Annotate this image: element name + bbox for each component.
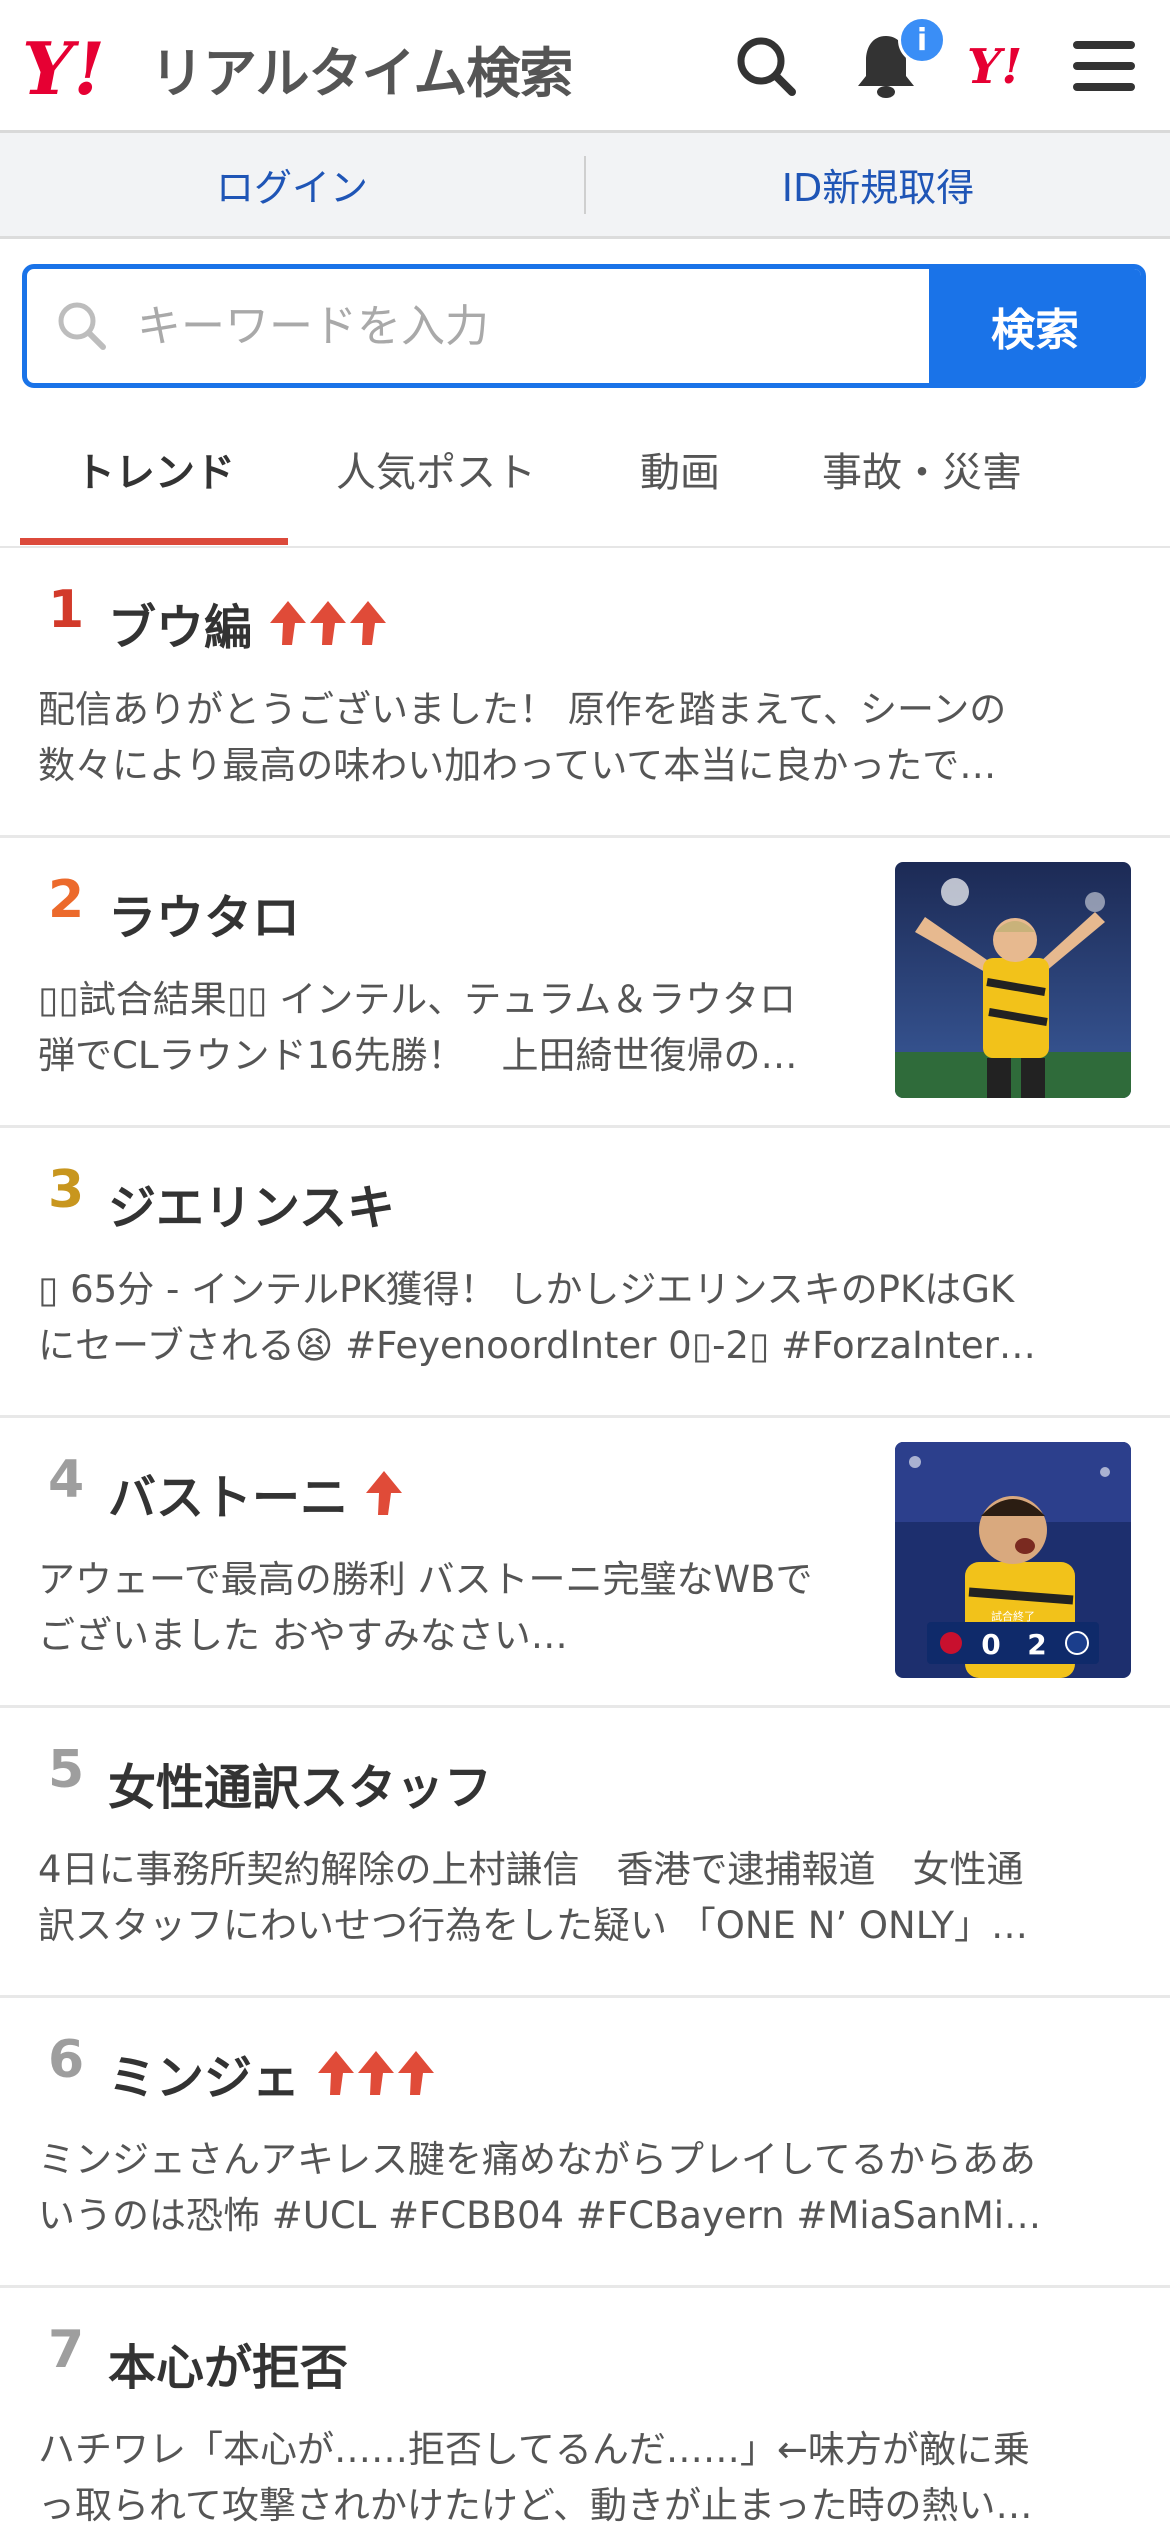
trend-term: ミンジェ xyxy=(108,2050,301,2106)
up-arrow-icon xyxy=(358,2051,395,2095)
tab-trend[interactable]: トレンド xyxy=(75,440,235,498)
trend-term: ブウ編 xyxy=(108,600,253,656)
tab-accidents-disasters[interactable]: 事故・災害 xyxy=(822,440,1022,498)
trend-description-line: ございました おやすみなさい… xyxy=(38,1614,568,1657)
trend-description-line: アウェーで最高の勝利 バストーニ完璧なWBで xyxy=(38,1558,813,1601)
up-arrow-icon xyxy=(398,2051,435,2095)
trend-term: ラウタロ xyxy=(108,890,301,946)
up-arrow-icon xyxy=(310,601,347,645)
trend-description-line: にセーブされる😫 #FeyenoordInter 0▯-2▯ #ForzaInt… xyxy=(38,1324,1036,1367)
trend-arrows xyxy=(266,599,387,647)
active-tab-indicator xyxy=(20,538,288,545)
trend-term-row: ブウ編 xyxy=(108,588,387,658)
svg-text:Y!: Y! xyxy=(967,41,1022,91)
score-away: 2 xyxy=(1027,1628,1046,1661)
trend-item-4[interactable]: 4 バストーニ アウェーで最高の勝利 バストーニ完璧なWBで ございました おや… xyxy=(0,1418,1170,1708)
trend-description-line: 配信ありがとうございました！ 原作を踏まえて、シーンの xyxy=(38,688,1007,731)
trend-description-line: ▯▯試合結果▯▯ インテル、テュラム＆ラウタロ xyxy=(38,978,797,1021)
trend-rank: 6 xyxy=(48,2030,85,2090)
trend-term-row: 本心が拒否 xyxy=(108,2328,348,2398)
tab-popular-posts[interactable]: 人気ポスト xyxy=(336,440,536,498)
trend-description-line: っ取られて攻撃されかけたけど、動きが止まった時の熱い… xyxy=(38,2484,1033,2527)
login-bar: ログイン ID新規取得 xyxy=(0,133,1170,239)
trend-term-row: ジエリンスキ xyxy=(108,1168,395,1238)
trend-term: バストーニ xyxy=(108,1470,349,1526)
score-caption: 試合終了 xyxy=(991,1609,1035,1623)
trend-item-6[interactable]: 6 ミンジェ ミンジェさんアキレス腱を痛めながらプレイしてるからああ いうのは恐… xyxy=(0,1998,1170,2288)
trend-rank: 5 xyxy=(48,1740,85,1800)
yahoo-realtime-logo[interactable]: Y! リアルタイム検索 xyxy=(22,28,573,108)
trend-description-line: ミンジェさんアキレス腱を痛めながらプレイしてるからああ xyxy=(38,2138,1036,2181)
search-field-icon xyxy=(58,302,106,350)
tab-videos[interactable]: 動画 xyxy=(640,440,720,498)
trend-arrows xyxy=(362,1469,403,1517)
search-input[interactable] xyxy=(137,300,897,352)
trend-description: ハチワレ「本心が……拒否してるんだ……」←味方が敵に乗 っ取られて攻撃されかけた… xyxy=(38,2422,1138,2532)
signup-link[interactable]: ID新規取得 xyxy=(586,157,1170,212)
search-field[interactable] xyxy=(27,269,929,383)
trend-thumbnail-player-shouting[interactable]: 試合終了 0 2 xyxy=(895,1442,1131,1678)
trend-description-line: 訳スタッフにわいせつ行為をした疑い 「ONE N’ ONLY」… xyxy=(38,1904,1029,1947)
score-home: 0 xyxy=(981,1628,1000,1661)
login-link[interactable]: ログイン xyxy=(0,157,584,212)
trend-description: アウェーで最高の勝利 バストーニ完璧なWBで ございました おやすみなさい… xyxy=(38,1552,860,1664)
trend-description-line: 弾でCLラウンド16先勝！ 上田綺世復帰の… xyxy=(38,1034,798,1077)
trend-item-3[interactable]: 3 ジエリンスキ ▯ 65分 - インテルPK獲得！ しかしジエリンスキのPKは… xyxy=(0,1128,1170,1418)
trend-term: ジエリンスキ xyxy=(108,1180,396,1236)
trend-description: ミンジェさんアキレス腱を痛めながらプレイしてるからああ いうのは恐怖 #UCL … xyxy=(38,2132,1138,2244)
trend-item-5[interactable]: 5 女性通訳スタッフ 4日に事務所契約解除の上村謙信 香港で逮捕報道 女性通 訳… xyxy=(0,1708,1170,1998)
search-button[interactable]: 検索 xyxy=(929,269,1141,383)
trend-description: ▯ 65分 - インテルPK獲得！ しかしジエリンスキのPKはGK にセーブされ… xyxy=(38,1262,1138,1374)
logo-text: リアルタイム検索 xyxy=(150,41,573,105)
trend-description-line: ハチワレ「本心が……拒否してるんだ……」←味方が敵に乗 xyxy=(38,2428,1030,2471)
up-arrow-icon xyxy=(270,601,307,645)
up-arrow-icon xyxy=(318,2051,355,2095)
trend-term-row: 女性通訳スタッフ xyxy=(108,1748,492,1818)
trend-arrows xyxy=(314,2049,435,2097)
notification-badge: i xyxy=(898,16,946,64)
trend-item-1[interactable]: 1 ブウ編 配信ありがとうございました！ 原作を踏まえて、シーンの 数々により最… xyxy=(0,548,1170,838)
trend-description: ▯▯試合結果▯▯ インテル、テュラム＆ラウタロ 弾でCLラウンド16先勝！ 上田… xyxy=(38,972,860,1084)
trend-rank: 1 xyxy=(48,580,85,640)
trend-list: 1 ブウ編 配信ありがとうございました！ 原作を踏まえて、シーンの 数々により最… xyxy=(0,548,1170,2532)
trend-rank: 4 xyxy=(48,1450,85,1510)
search-box: 検索 xyxy=(22,264,1146,388)
trend-thumbnail-player-celebrating[interactable] xyxy=(895,862,1131,1098)
trend-item-7[interactable]: 7 本心が拒否 ハチワレ「本心が……拒否してるんだ……」←味方が敵に乗 っ取られ… xyxy=(0,2288,1170,2532)
trend-description-line: いうのは恐怖 #UCL #FCBB04 #FCBayern #MiaSanMi… xyxy=(38,2194,1042,2237)
trend-term-row: ミンジェ xyxy=(108,2038,435,2108)
up-arrow-icon xyxy=(350,601,387,645)
trend-description-line: 数々により最高の味わい加わっていて本当に良かったで… xyxy=(38,744,997,787)
trend-term-row: バストーニ xyxy=(108,1458,403,1528)
trend-description-line: ▯ 65分 - インテルPK獲得！ しかしジエリンスキのPKはGK xyxy=(38,1268,1015,1311)
trend-rank: 7 xyxy=(48,2320,85,2380)
svg-text:Y!: Y! xyxy=(22,32,105,104)
trend-description: 4日に事務所契約解除の上村謙信 香港で逮捕報道 女性通 訳スタッフにわいせつ行為… xyxy=(38,1842,1138,1954)
menu-icon[interactable] xyxy=(1068,30,1140,102)
yahoo-logo-icon[interactable]: Y! xyxy=(965,30,1049,102)
trend-item-2[interactable]: 2 ラウタロ ▯▯試合結果▯▯ インテル、テュラム＆ラウタロ 弾でCLラウンド1… xyxy=(0,838,1170,1128)
app-header: Y! リアルタイム検索 i Y! xyxy=(0,0,1170,133)
up-arrow-icon xyxy=(366,1471,403,1515)
trend-term-row: ラウタロ xyxy=(108,878,300,948)
trend-description: 配信ありがとうございました！ 原作を踏まえて、シーンの 数々により最高の味わい加… xyxy=(38,682,1138,794)
trend-rank: 3 xyxy=(48,1160,85,1220)
yahoo-logo-mark-icon: Y! xyxy=(22,32,105,104)
trend-term: 女性通訳スタッフ xyxy=(108,1760,493,1816)
trend-term: 本心が拒否 xyxy=(108,2340,349,2396)
search-icon[interactable] xyxy=(730,30,802,102)
tab-bar: トレンド 人気ポスト 動画 事故・災害 xyxy=(0,400,1170,548)
trend-description-line: 4日に事務所契約解除の上村謙信 香港で逮捕報道 女性通 xyxy=(38,1848,1024,1891)
trend-rank: 2 xyxy=(48,870,85,930)
